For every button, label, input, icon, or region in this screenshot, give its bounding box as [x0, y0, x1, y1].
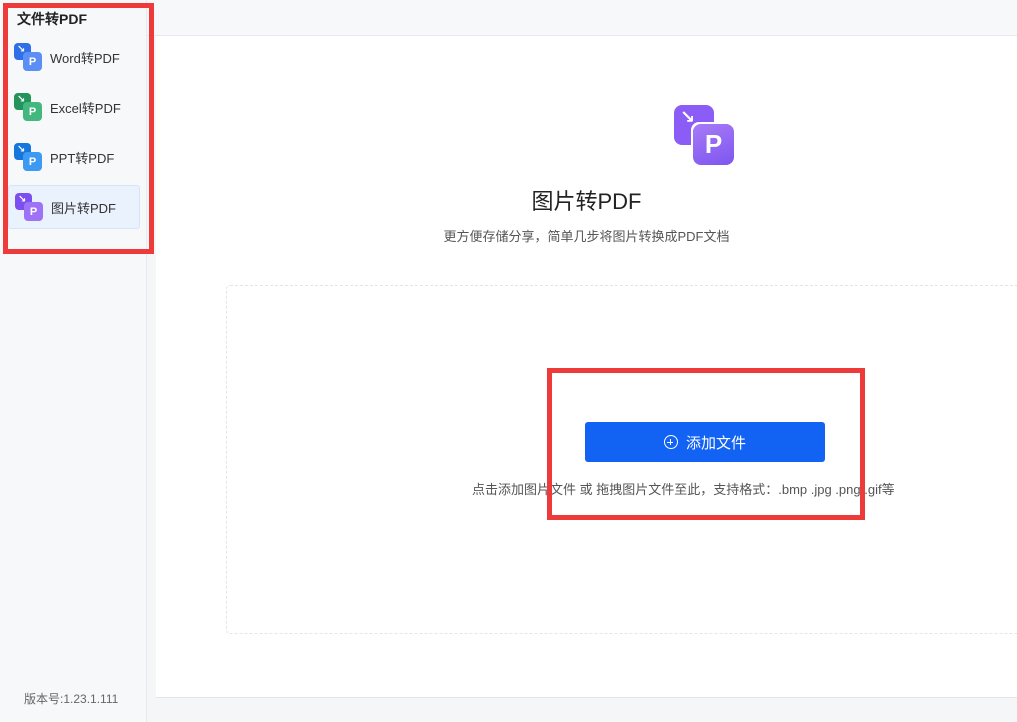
page-subtitle: 更方便存储分享，简单几步将图片转换成PDF文档: [443, 229, 730, 244]
sidebar-item-label: Word转PDF: [50, 50, 120, 66]
ppt-to-pdf-icon: ↘ P: [14, 143, 42, 171]
add-file-label: 添加文件: [685, 434, 746, 452]
sidebar-item-excel-to-pdf[interactable]: ↘ P Excel转PDF: [8, 85, 140, 129]
add-file-button[interactable]: 添加文件: [585, 422, 825, 462]
drop-hint: 点击添加图片文件 或 拖拽图片文件至此，支持格式：.bmp .jpg .png …: [472, 482, 895, 497]
app-window: 文件转PDF ↘ P Word转PDF ↘ P Excel转PDF ↘ P PP…: [0, 0, 1017, 722]
bottom-strip: [147, 699, 1017, 722]
word-to-pdf-icon: ↘ P: [14, 43, 42, 71]
sidebar-item-ppt-to-pdf[interactable]: ↘ P PPT转PDF: [8, 135, 140, 179]
sidebar-item-label: Excel转PDF: [50, 100, 121, 116]
sidebar-title: 文件转PDF: [17, 11, 87, 27]
main-panel: ↘ P 图片转PDF 更方便存储分享，简单几步将图片转换成PDF文档 添加文件 …: [156, 36, 1017, 698]
sidebar-nav: ↘ P Word转PDF ↘ P Excel转PDF ↘ P PPT转PDF ↘…: [8, 35, 140, 235]
sidebar-item-image-to-pdf[interactable]: ↘ P 图片转PDF: [8, 185, 140, 229]
plus-circle-icon: [663, 435, 678, 449]
excel-to-pdf-icon: ↘ P: [14, 93, 42, 121]
sidebar-item-label: PPT转PDF: [50, 150, 115, 166]
sidebar-item-label: 图片转PDF: [51, 200, 117, 216]
image-to-pdf-large-icon: ↘ P: [674, 105, 736, 167]
sidebar-item-word-to-pdf[interactable]: ↘ P Word转PDF: [8, 35, 140, 79]
top-bar: [147, 0, 1017, 36]
image-to-pdf-icon: ↘ P: [15, 193, 43, 221]
version-label: 版本号:1.23.1.111: [24, 692, 119, 706]
sidebar: 文件转PDF ↘ P Word转PDF ↘ P Excel转PDF ↘ P PP…: [0, 0, 147, 722]
page-title: 图片转PDF: [531, 189, 642, 214]
